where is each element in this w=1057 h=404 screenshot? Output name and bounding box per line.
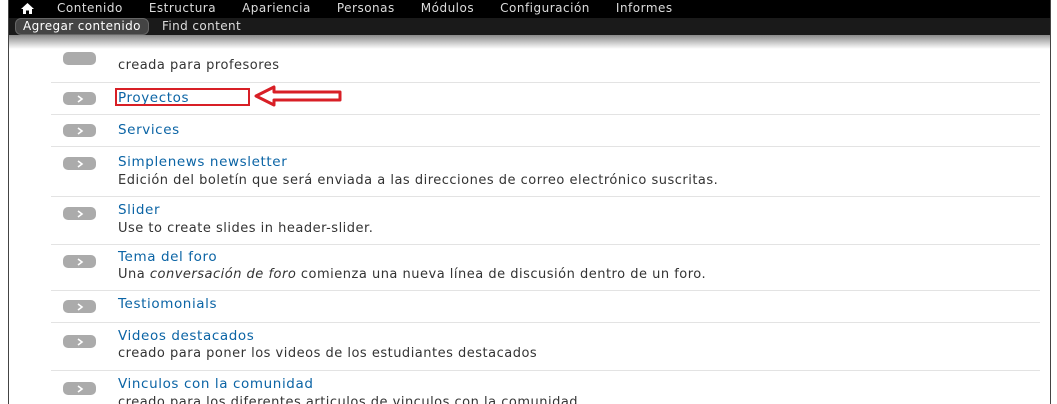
home-icon[interactable] bbox=[9, 0, 45, 17]
content-type-description: Una conversación de foro comienza una nu… bbox=[118, 267, 706, 282]
shortcut-add-content[interactable]: Agregar contenido bbox=[15, 18, 149, 35]
content-type-link[interactable]: Simplenews newsletter bbox=[118, 154, 287, 170]
menu-item-informes[interactable]: Informes bbox=[604, 0, 687, 17]
highlight-box bbox=[115, 88, 250, 106]
list-item: Vinculos con la comunidad creado para lo… bbox=[51, 370, 1040, 404]
admin-menu: Contenido Estructura Apariencia Personas… bbox=[9, 0, 1050, 17]
toolbar-shadow bbox=[9, 35, 1050, 49]
menu-item-estructura[interactable]: Estructura bbox=[137, 0, 230, 17]
content-type-description: Use to create slides in header-slider. bbox=[118, 221, 374, 236]
expand-arrow-button[interactable] bbox=[63, 335, 96, 348]
content-type-link[interactable]: Slider bbox=[118, 202, 160, 218]
expand-arrow-button[interactable] bbox=[63, 52, 96, 65]
list-item: Videos destacados creado para poner los … bbox=[51, 322, 1040, 371]
chevron-right-icon bbox=[77, 159, 83, 168]
content-type-link[interactable]: Services bbox=[118, 122, 180, 138]
shortcut-find-content[interactable]: Find content bbox=[155, 19, 248, 34]
chevron-right-icon bbox=[77, 209, 83, 218]
shortcuts-bar: Agregar contenido Find content bbox=[9, 18, 1050, 35]
list-item: Tema del foro Una conversación de foro c… bbox=[51, 244, 1040, 291]
content-type-description: creada para profesores bbox=[118, 58, 280, 73]
content-type-link[interactable]: Tema del foro bbox=[118, 249, 217, 265]
expand-arrow-button[interactable] bbox=[63, 255, 96, 268]
chevron-right-icon bbox=[77, 94, 83, 103]
expand-arrow-button[interactable] bbox=[63, 382, 96, 395]
menu-item-apariencia[interactable]: Apariencia bbox=[230, 0, 325, 17]
chevron-right-icon bbox=[77, 384, 83, 393]
chevron-right-icon bbox=[77, 337, 83, 346]
description-emphasis: conversación de foro bbox=[149, 267, 297, 282]
expand-arrow-button[interactable] bbox=[63, 300, 96, 313]
menu-item-configuracion[interactable]: Configuración bbox=[488, 0, 604, 17]
menu-item-contenido[interactable]: Contenido bbox=[45, 0, 137, 17]
expand-arrow-button[interactable] bbox=[63, 207, 96, 220]
chevron-right-icon bbox=[77, 257, 83, 266]
content-type-link[interactable]: Videos destacados bbox=[118, 328, 254, 344]
content-type-description: creado para los diferentes articulos de … bbox=[118, 395, 579, 404]
description-text: Una bbox=[118, 267, 150, 282]
red-arrow-icon bbox=[254, 85, 342, 107]
content-type-link[interactable]: Testiomonials bbox=[118, 296, 217, 312]
chevron-right-icon bbox=[77, 302, 83, 311]
list-item: Slider Use to create slides in header-sl… bbox=[51, 196, 1040, 245]
list-item: Simplenews newsletter Edición del boletí… bbox=[51, 146, 1040, 197]
menu-item-personas[interactable]: Personas bbox=[325, 0, 409, 17]
page-frame: creada para profesores Proyectos Service… bbox=[8, 0, 1051, 404]
admin-toolbar: Contenido Estructura Apariencia Personas… bbox=[9, 0, 1050, 35]
content-type-description: creado para poner los videos de los estu… bbox=[118, 346, 538, 361]
chevron-right-icon bbox=[77, 126, 83, 135]
content-type-link[interactable]: Vinculos con la comunidad bbox=[118, 376, 314, 392]
content-type-description: Edición del boletín que será enviada a l… bbox=[118, 173, 719, 188]
expand-arrow-button[interactable] bbox=[63, 157, 96, 170]
expand-arrow-button[interactable] bbox=[63, 124, 96, 137]
description-text: comienza una nueva línea de discusión de… bbox=[296, 267, 707, 282]
list-item: Services bbox=[51, 114, 1040, 147]
list-item: Testiomonials bbox=[51, 290, 1040, 323]
expand-arrow-button[interactable] bbox=[63, 92, 96, 105]
menu-item-modulos[interactable]: Módulos bbox=[409, 0, 488, 17]
